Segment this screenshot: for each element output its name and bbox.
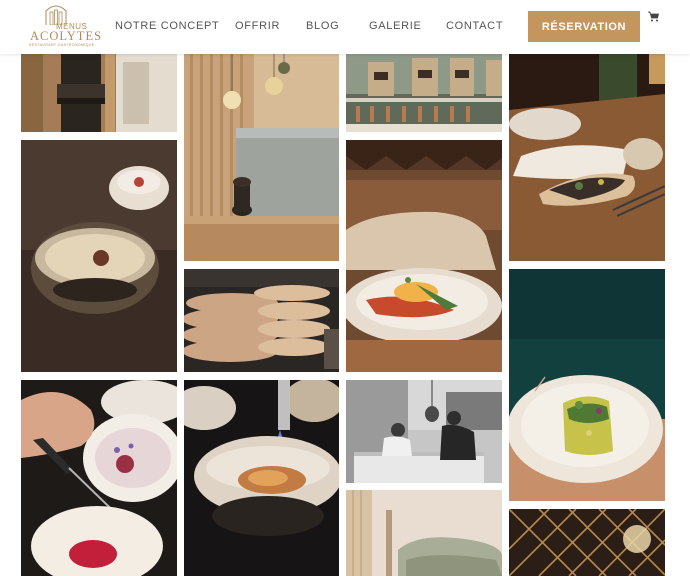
gallery-photo-pendant-lights-counter[interactable] — [184, 54, 339, 261]
nav-link-offrir[interactable]: OFFRIR — [235, 20, 280, 32]
gallery-photo-lattice-screen[interactable] — [509, 509, 665, 576]
gallery-photo-chefs-kitchen[interactable] — [346, 380, 502, 483]
nav-link-notre-concept[interactable]: NOTRE CONCEPT — [115, 20, 219, 32]
gallery-photo-table-setting[interactable] — [509, 54, 665, 261]
nav-link-galerie[interactable]: GALERIE — [369, 20, 422, 32]
cart-icon[interactable] — [648, 11, 659, 22]
photo-gallery — [0, 0, 690, 576]
nav-link-blog[interactable]: BLOG — [306, 20, 339, 32]
gallery-photo-stacked-bowls[interactable] — [184, 269, 339, 372]
gallery-photo-jars-shelf[interactable] — [346, 54, 502, 132]
site-header: MENUS ACOLYTES RESTAURANT GASTRONOMIQUE … — [0, 0, 690, 54]
gallery-photo-dining-chair[interactable] — [346, 490, 502, 576]
gallery-photo-bowl-dessert[interactable] — [21, 140, 177, 372]
gallery-photo-green-dish-teal[interactable] — [509, 269, 665, 501]
gallery-photo-hand-plating-dessert[interactable] — [21, 380, 177, 576]
nav-link-contact[interactable]: CONTACT — [446, 20, 503, 32]
gallery-photo-blowtorch-bowl[interactable] — [184, 380, 339, 576]
reservation-button[interactable]: RÉSERVATION — [528, 11, 640, 42]
logo-tagline: RESTAURANT GASTRONOMIQUE — [29, 43, 95, 47]
logo-main-text: ACOLYTES — [30, 29, 103, 43]
logo[interactable]: MENUS ACOLYTES RESTAURANT GASTRONOMIQUE — [27, 3, 101, 47]
gallery-photo-dark-column-interior[interactable] — [21, 54, 177, 132]
gallery-photo-fish-plate[interactable] — [346, 140, 502, 372]
